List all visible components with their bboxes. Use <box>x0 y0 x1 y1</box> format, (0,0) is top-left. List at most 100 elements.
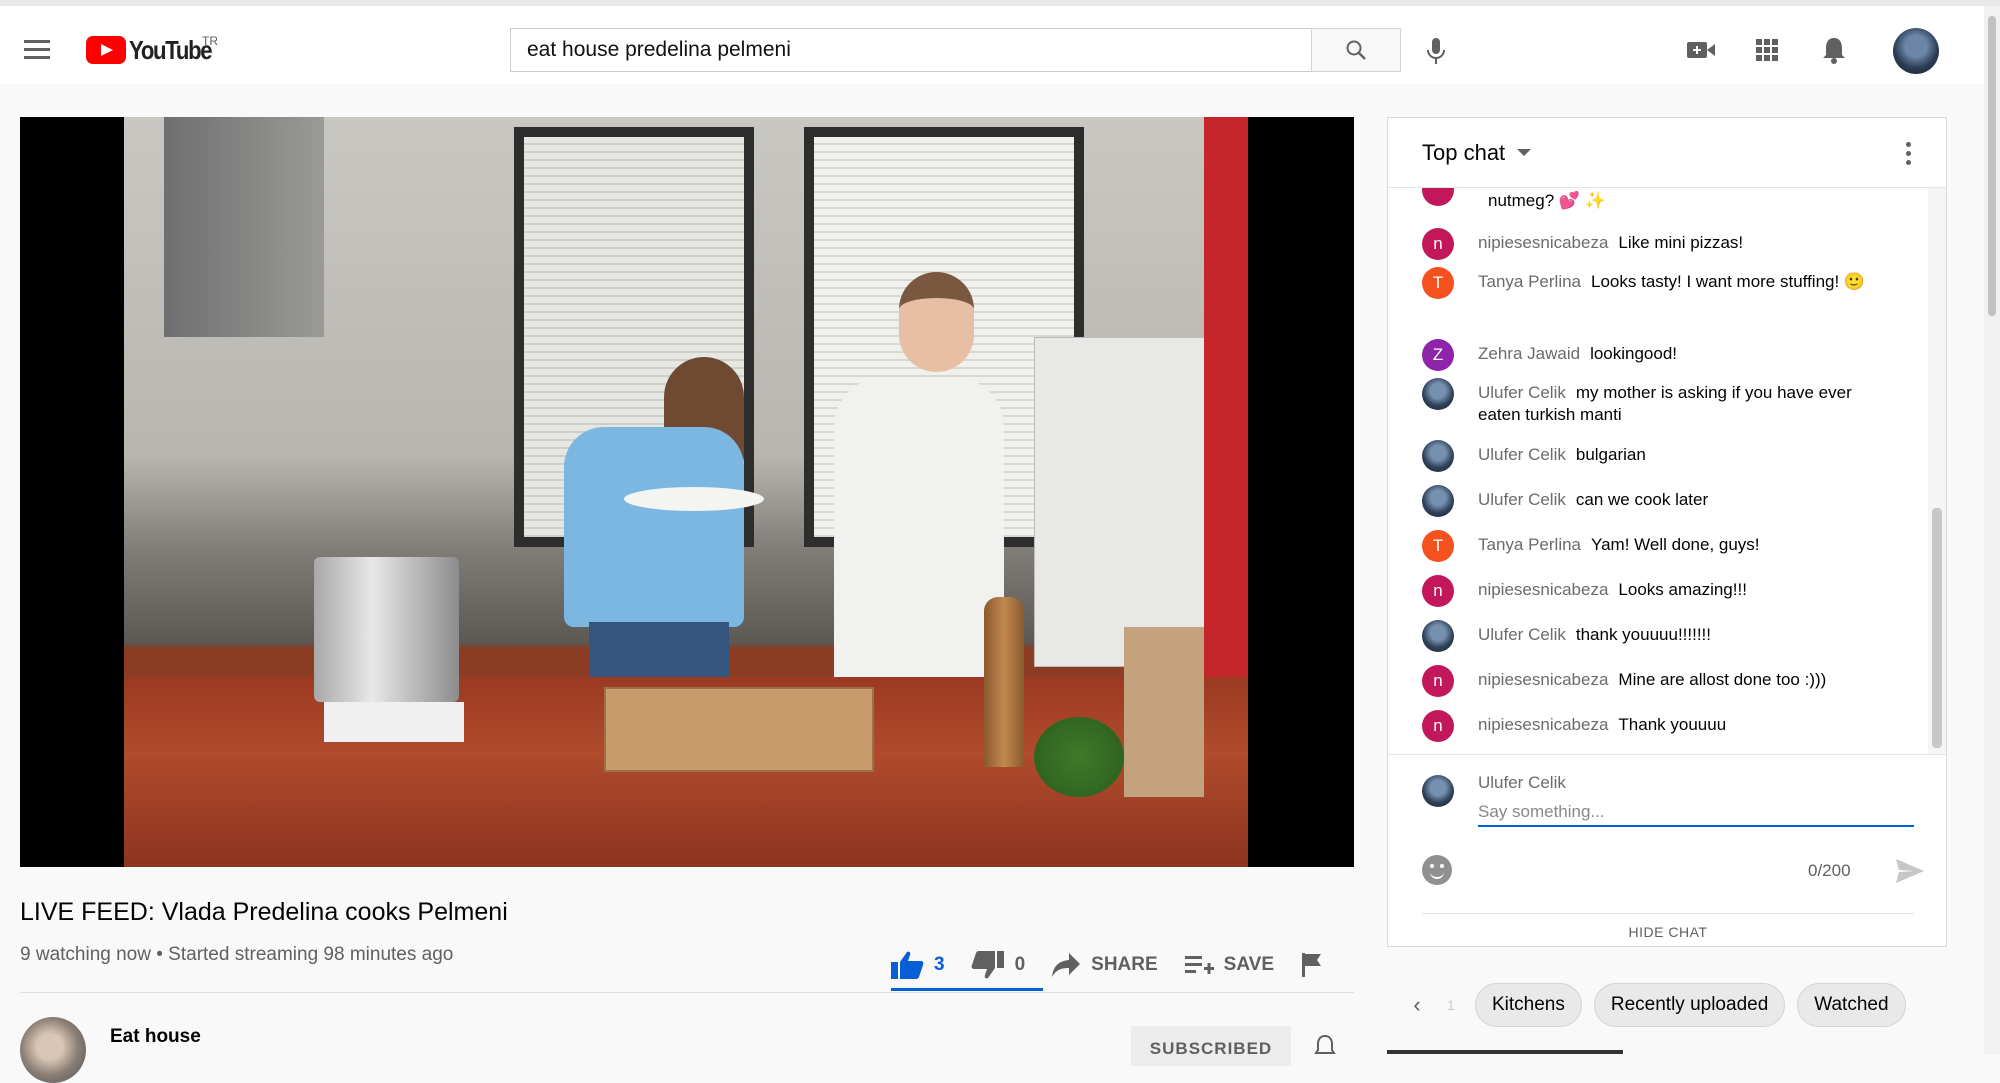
related-filter-chips: ‹ 1 Kitchens Recently uploaded Watched <box>1387 980 1947 1030</box>
plate-of-pelmeni-image <box>624 487 764 511</box>
report-button[interactable] <box>1300 952 1334 978</box>
related-video-thumbnail-edge[interactable] <box>1387 1050 1623 1054</box>
video-view-info: 9 watching now • Started streaming 98 mi… <box>20 944 454 965</box>
chat-author: Ulufer Celik <box>1478 383 1566 402</box>
chat-text: Looks amazing!!! <box>1618 580 1747 599</box>
channel-notification-bell-icon[interactable] <box>1314 1034 1336 1058</box>
chat-author: nipiesesnicabeza <box>1478 233 1609 252</box>
chat-avatar: n <box>1422 228 1454 260</box>
chat-author: Ulufer Celik <box>1478 625 1566 644</box>
paper-bag-image <box>1124 627 1204 797</box>
share-arrow-icon <box>1052 953 1081 977</box>
chip-recently-uploaded[interactable]: Recently uploaded <box>1593 983 1786 1027</box>
chat-text: Thank youuuu <box>1618 715 1727 734</box>
cooking-pot-image <box>314 557 459 702</box>
channel-avatar[interactable] <box>20 1017 86 1083</box>
notifications-bell-icon[interactable] <box>1819 36 1849 64</box>
chat-avatar: n <box>1422 665 1454 697</box>
person-man-image <box>834 377 1004 687</box>
chat-author: Ulufer Celik <box>1478 490 1566 509</box>
chat-mode-selector[interactable]: Top chat <box>1388 118 1946 188</box>
chat-author: nipiesesnicabeza <box>1478 715 1609 734</box>
chat-message: Ulufer Celik my mother is asking if you h… <box>1422 378 1912 426</box>
chat-avatar: n <box>1422 575 1454 607</box>
chat-avatar: Z <box>1422 339 1454 371</box>
chat-message-list[interactable]: nutmeg? 💕 ✨ n nipiesesnicabeza Like mini … <box>1388 188 1928 754</box>
search-input[interactable]: eat house predelina pelmeni <box>510 28 1312 72</box>
hide-chat-button[interactable]: HIDE CHAT <box>1422 913 1914 949</box>
chat-message: n nipiesesnicabeza Thank youuuu <box>1422 710 1912 742</box>
chat-scrollbar[interactable] <box>1928 188 1946 754</box>
chat-input-username: Ulufer Celik <box>1478 773 1566 792</box>
live-chat-panel: Top chat nutmeg? 💕 ✨ n nipiesesnicabeza L… <box>1387 117 1947 947</box>
video-frame <box>124 117 1248 867</box>
chat-avatar <box>1422 378 1454 410</box>
chat-author: Tanya Perlina <box>1478 535 1582 554</box>
more-options-icon[interactable] <box>1904 142 1912 166</box>
dislike-button[interactable]: 0 <box>971 950 1025 980</box>
microphone-icon[interactable] <box>1424 36 1448 66</box>
channel-name[interactable]: Eat house <box>110 1026 201 1048</box>
chat-text: Like mini pizzas! <box>1618 233 1744 252</box>
chat-text: thank youuuu!!!!!!! <box>1575 625 1712 644</box>
chevron-left-icon[interactable]: ‹ <box>1387 983 1447 1027</box>
region-code: TR <box>202 34 218 48</box>
chat-avatar <box>1422 188 1454 206</box>
chat-text: Mine are allost done too :))) <box>1618 670 1827 689</box>
cutting-board-image <box>604 687 874 772</box>
chat-avatar: n <box>1422 710 1454 742</box>
chat-avatar <box>1422 620 1454 652</box>
apps-grid-icon[interactable] <box>1752 36 1782 64</box>
save-label: SAVE <box>1223 954 1275 975</box>
like-button[interactable]: 3 <box>890 950 945 980</box>
pepper-grinder-image <box>984 597 1024 767</box>
like-ratio-bar <box>891 988 1043 991</box>
chat-text: nutmeg? 💕 ✨ <box>1488 191 1606 210</box>
chat-message: T Tanya Perlina Looks tasty! I want more … <box>1422 267 1912 299</box>
account-avatar[interactable] <box>1893 28 1939 74</box>
subscribed-button[interactable]: SUBSCRIBED <box>1131 1026 1291 1066</box>
chip-watched[interactable]: Watched <box>1797 983 1906 1027</box>
menu-icon[interactable] <box>24 40 50 60</box>
save-button[interactable]: SAVE <box>1184 953 1274 977</box>
chat-author: Ulufer Celik <box>1478 445 1566 464</box>
chat-avatar: T <box>1422 530 1454 562</box>
emoji-icon[interactable] <box>1422 855 1452 885</box>
send-icon[interactable] <box>1894 857 1926 885</box>
chat-scrollbar-thumb[interactable] <box>1932 508 1942 748</box>
chat-avatar <box>1422 440 1454 472</box>
chip-kitchens[interactable]: Kitchens <box>1475 983 1582 1027</box>
search-button[interactable] <box>1311 28 1401 72</box>
chat-message: T Tanya Perlina Yam! Well done, guys! <box>1422 530 1912 562</box>
play-logo-icon <box>86 36 126 64</box>
divider <box>20 992 1354 993</box>
share-button[interactable]: SHARE <box>1051 952 1158 978</box>
hot-plate-image <box>324 702 464 742</box>
page-scrollbar[interactable] <box>1984 6 2000 1054</box>
chat-message-input[interactable] <box>1478 799 1914 827</box>
create-video-icon[interactable] <box>1686 36 1716 64</box>
chat-author: nipiesesnicabeza <box>1478 670 1609 689</box>
chat-input-area: Ulufer Celik 0/200 HIDE CHAT <box>1388 754 1946 954</box>
chat-text: Yam! Well done, guys! <box>1591 535 1760 554</box>
chat-text: can we cook later <box>1575 490 1709 509</box>
chat-message: n nipiesesnicabeza Like mini pizzas! <box>1422 228 1912 260</box>
chat-text: lookingood! <box>1590 344 1678 363</box>
chat-mode-label: Top chat <box>1422 139 1506 165</box>
chat-avatar <box>1422 485 1454 517</box>
page-scrollbar-thumb[interactable] <box>1988 16 1996 316</box>
thumbs-down-icon <box>971 951 1004 979</box>
chat-author: Zehra Jawaid <box>1478 344 1581 363</box>
chat-message: nutmeg? 💕 ✨ <box>1422 188 1912 212</box>
character-counter: 0/200 <box>1808 861 1851 880</box>
chat-message: n nipiesesnicabeza Mine are allost done t… <box>1422 665 1912 697</box>
video-actions: 3 0 SHARE SAVE <box>890 940 1360 990</box>
person-woman-image <box>564 427 744 627</box>
video-player[interactable] <box>20 117 1354 867</box>
like-count: 3 <box>934 954 945 975</box>
chat-author: Tanya Perlina <box>1478 272 1582 291</box>
search-query: eat house predelina pelmeni <box>527 38 791 61</box>
playlist-add-icon <box>1184 956 1214 974</box>
search-icon <box>1346 40 1366 60</box>
chat-text: Looks tasty! I want more stuffing! 🙂 <box>1591 272 1866 291</box>
